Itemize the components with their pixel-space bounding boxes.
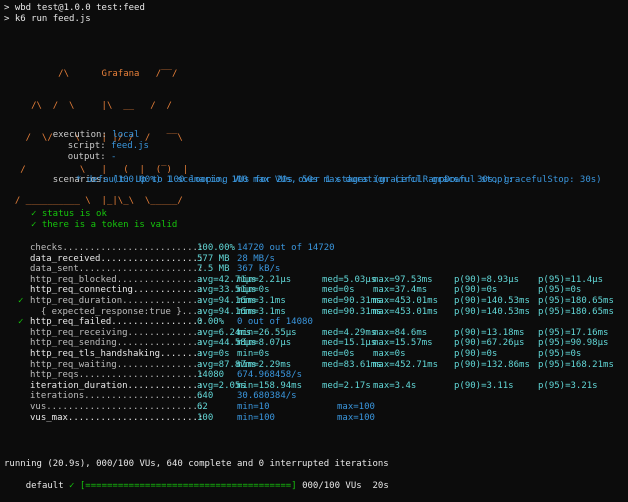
metric-value: 100	[197, 412, 214, 423]
progress-bar: [======================================]	[79, 480, 297, 491]
metric-value: max=453.01ms	[373, 295, 439, 306]
running-status: running (20.9s), 000/100 VUs, 640 comple…	[4, 459, 389, 469]
metric-value: min=3.1ms	[237, 295, 286, 306]
metric-value: p(90)=13.18ms	[454, 327, 525, 338]
metric-value: p(95)=11.4µs	[538, 274, 604, 285]
metric-value: p(90)=140.53ms	[454, 295, 530, 306]
logo-line: /\ Grafana /‾‾/	[4, 69, 178, 80]
logo-line: / __________ \ |_|\_\ \_____/	[4, 196, 183, 207]
metric-value: p(95)=90.98µs	[538, 338, 609, 349]
metric-value: 14720 out of 14720	[237, 243, 335, 253]
metric-value: max=0s	[373, 348, 406, 359]
metric-value: min=0s	[237, 285, 270, 296]
metric-value: max=100	[337, 412, 375, 423]
terminal-window: > wbd test@1.0.0 test:feed > k6 run feed…	[0, 0, 628, 491]
metric-name: http_req_duration..............:	[30, 295, 204, 306]
metric-value: med=0s	[322, 285, 355, 296]
metric-value: 7.5 MB	[197, 264, 230, 275]
metric-value: p(95)=0s	[538, 285, 582, 296]
metric-value: max=453.01ms	[373, 306, 439, 317]
metric-name: http_req_waiting...............:	[30, 359, 204, 370]
metric-value: p(95)=17.16ms	[538, 327, 609, 338]
metric-value: min=158.94ms	[237, 380, 303, 391]
metric-value: p(95)=3.21s	[538, 380, 598, 391]
metric-value: min=2.21µs	[237, 274, 292, 285]
logo-line: /\ / \ |\ __ / /	[4, 100, 172, 111]
metric-value: max=15.57ms	[373, 338, 433, 349]
npm-command-line: > wbd test@1.0.0 test:feed	[4, 3, 145, 13]
metric-value: 367 kB/s	[237, 264, 281, 275]
metric-value: med=15.1µs	[322, 338, 377, 349]
metric-value: p(90)=8.93µs	[454, 274, 520, 285]
metric-value: 62	[197, 401, 208, 412]
check-item: ✓ status is ok	[31, 209, 107, 219]
output-label: output:	[67, 151, 106, 162]
metric-value: p(95)=180.65ms	[538, 306, 614, 317]
metric-name: http_req_tls_handshaking.......:	[30, 348, 204, 359]
metric-value: avg=0s	[197, 348, 230, 359]
metric-value: max=84.6ms	[373, 327, 428, 338]
metric-name: http_req_connecting............:	[30, 285, 204, 296]
metric-name: iteration_duration.............:	[30, 380, 204, 391]
metric-value: 100.00%	[197, 243, 235, 253]
metric-value: p(90)=0s	[454, 348, 498, 359]
progress-status: 000/100 VUs 20s	[302, 480, 389, 491]
metric-value: p(95)=168.21ms	[538, 359, 614, 370]
metric-name: { expected_response:true }...:	[30, 306, 204, 317]
k6-command-line: > k6 run feed.js	[4, 14, 91, 24]
metric-value: max=97.53ms	[373, 274, 433, 285]
metric-value: p(95)=0s	[538, 348, 582, 359]
metric-name: http_req_blocked...............:	[30, 274, 204, 285]
metric-value: med=5.03µs	[322, 274, 377, 285]
metric-name: http_req_sending...............:	[30, 338, 204, 349]
metric-value: med=0s	[322, 348, 355, 359]
metric-name: http_req_receiving.............:	[30, 327, 204, 338]
threshold-check-icon: ✓	[18, 295, 24, 306]
output-value: -	[111, 151, 117, 162]
metric-value: max=37.4ms	[373, 285, 428, 296]
metric-value: min=100	[237, 412, 275, 423]
metric-name: data_sent......................:	[30, 264, 204, 275]
metric-name: vus............................:	[30, 401, 204, 412]
metric-value: min=0s	[237, 348, 270, 359]
metric-value: p(90)=67.26µs	[454, 338, 525, 349]
metric-value: min=2.29ms	[237, 359, 292, 370]
metric-value: p(95)=180.65ms	[538, 295, 614, 306]
scenario-name: default	[25, 480, 64, 491]
script-value: feed.js	[111, 140, 149, 151]
metric-value: max=3.4s	[373, 380, 417, 391]
metric-value: 28 MB/s	[237, 253, 275, 264]
metric-name: http_req_failed................:	[30, 317, 204, 328]
metric-value: 30.680384/s	[237, 391, 297, 402]
metric-value: max=100	[337, 401, 375, 412]
scenario-detail: * default: Up to 100 looping VUs for 20s…	[76, 175, 602, 185]
metric-name: vus_max........................:	[30, 412, 204, 423]
metric-value: min=8.07µs	[237, 338, 292, 349]
check-item: ✓ there is a token is valid	[31, 220, 178, 230]
metric-name: http_reqs......................:	[30, 370, 204, 381]
metric-value: med=4.29ms	[322, 327, 377, 338]
metric-value: 0.00%	[197, 317, 225, 328]
metric-value: p(90)=132.86ms	[454, 359, 530, 370]
metric-name: iterations.....................:	[30, 391, 204, 402]
metric-value: 640	[197, 391, 214, 402]
metric-value: max=452.71ms	[373, 359, 439, 370]
metric-value: p(90)=140.53ms	[454, 306, 530, 317]
metric-value: p(90)=0s	[454, 285, 498, 296]
metric-value: p(90)=3.11s	[454, 380, 514, 391]
metric-name: data_received..................:	[30, 253, 204, 264]
metric-value: min=10	[237, 401, 270, 412]
threshold-check-icon: ✓	[18, 317, 24, 328]
metric-value: med=2.17s	[322, 380, 371, 391]
check-icon: ✓	[69, 480, 75, 491]
metric-value: 0 out of 14080	[237, 317, 313, 328]
metric-value: min=3.1ms	[237, 306, 286, 317]
metric-value: 674.968458/s	[237, 370, 303, 381]
metric-value: min=26.55µs	[237, 327, 297, 338]
metric-value: 14080	[197, 370, 225, 381]
metric-value: 577 MB	[197, 253, 230, 264]
progress-row: default ✓ [=============================…	[4, 470, 389, 502]
metric-name: checks.........................:	[30, 243, 204, 253]
